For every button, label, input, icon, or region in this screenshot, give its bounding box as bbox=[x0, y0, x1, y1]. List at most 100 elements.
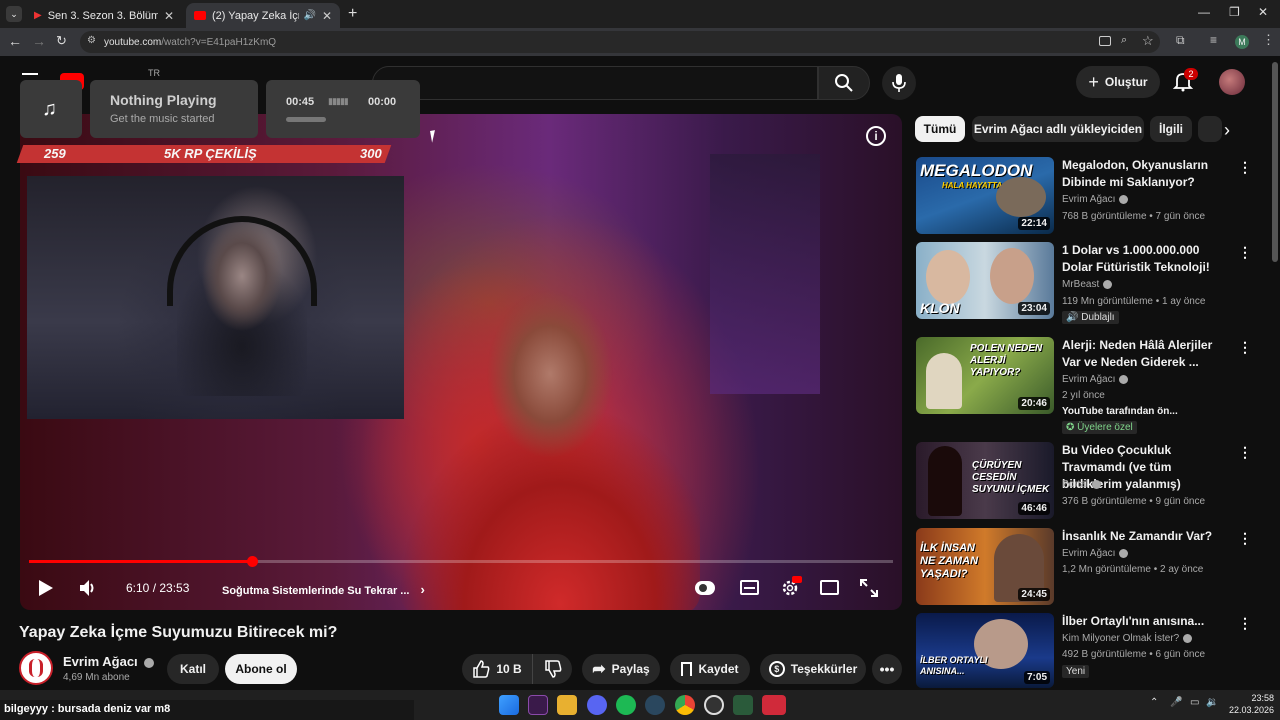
channel-avatar[interactable] bbox=[19, 651, 53, 685]
more-vertical-icon[interactable]: ⋮ bbox=[1238, 244, 1252, 261]
more-vertical-icon[interactable]: ⋮ bbox=[1238, 159, 1252, 176]
back-icon[interactable]: ← bbox=[8, 33, 22, 49]
forward-icon[interactable]: → bbox=[32, 33, 46, 49]
video-title[interactable]: 1 Dolar vs 1.000.000.000 Dolar Fütüristi… bbox=[1062, 242, 1232, 276]
address-bar[interactable]: ⚙ youtube.com/watch?v=E41paH1zKmQ bbox=[80, 31, 1160, 53]
reload-icon[interactable]: ↻ bbox=[56, 33, 67, 49]
system-clock[interactable]: 23:58 22.03.2026 bbox=[1224, 692, 1274, 716]
scrollbar[interactable] bbox=[1272, 62, 1278, 262]
reading-list-icon[interactable]: ≡ bbox=[1210, 33, 1217, 47]
discord-icon[interactable] bbox=[587, 695, 607, 715]
browser-tab-youtube[interactable]: (2) Yapay Zeka İçme Suyum 🔊 ✕ bbox=[186, 3, 340, 28]
list-item[interactable]: İLK İNSAN NE ZAMAN YAŞADI? 24:45 İnsanlı… bbox=[916, 528, 1256, 606]
channel-name[interactable]: Evrim Ağacı bbox=[1062, 374, 1129, 385]
list-item[interactable]: İLBER ORTAYLI ANISINA... 7:05 İlber Orta… bbox=[916, 613, 1256, 689]
volume-button[interactable] bbox=[78, 578, 98, 598]
video-title[interactable]: İnsanlık Ne Zamandır Var? bbox=[1062, 528, 1232, 545]
bookmark-star-icon[interactable]: ☆ bbox=[1142, 33, 1154, 49]
video-title[interactable]: İlber Ortaylı'nın anısına... bbox=[1062, 613, 1232, 630]
close-tab-icon[interactable]: ✕ bbox=[322, 9, 332, 23]
more-vertical-icon[interactable]: ⋮ bbox=[1238, 339, 1252, 356]
fullscreen-button[interactable] bbox=[860, 579, 878, 597]
network-icon[interactable]: ▭ bbox=[1190, 697, 1199, 708]
browser-menu-icon[interactable]: ⋮ bbox=[1262, 32, 1275, 48]
chapter-title[interactable]: Soğutma Sistemlerinde Su Tekrar ... › bbox=[222, 582, 425, 597]
browser-tab-dizi[interactable]: ▶ Sen 3. Sezon 3. Bölüm | Dizi izle ✕ bbox=[26, 3, 182, 28]
settings-button[interactable] bbox=[780, 576, 802, 598]
minimize-icon[interactable]: — bbox=[1198, 5, 1210, 19]
close-window-icon[interactable]: ✕ bbox=[1258, 5, 1268, 19]
more-vertical-icon[interactable]: ⋮ bbox=[1238, 444, 1252, 461]
video-thumbnail[interactable]: MEGALODON HALA HAYATTA MI? 22:14 bbox=[916, 157, 1054, 234]
windows-start-icon[interactable] bbox=[499, 695, 519, 715]
obs-icon[interactable] bbox=[704, 695, 724, 715]
dislike-button[interactable] bbox=[532, 654, 572, 684]
video-thumbnail[interactable]: ÇÜRÜYEN CESEDİN SUYUNU İÇMEK 46:46 bbox=[916, 442, 1054, 519]
video-thumbnail[interactable]: KLON 23:04 bbox=[916, 242, 1054, 319]
play-button[interactable] bbox=[38, 579, 54, 597]
site-info-icon[interactable]: ⚙ bbox=[87, 35, 96, 46]
new-tab-icon[interactable]: + bbox=[348, 5, 357, 23]
volume-tray-icon[interactable]: 🔉 bbox=[1206, 697, 1218, 708]
video-title[interactable]: Alerji: Neden Hâlâ Alerjiler Var ve Nede… bbox=[1062, 337, 1232, 371]
zoom-icon[interactable]: ⌕ bbox=[1121, 34, 1127, 47]
progress-scrubber[interactable] bbox=[246, 556, 258, 567]
thanks-button[interactable]: $ Teşekkürler bbox=[760, 654, 866, 684]
chip-from-uploader[interactable]: Evrim Ağacı adlı yükleyiciden bbox=[972, 116, 1144, 142]
video-title: Yapay Zeka İçme Suyumuzu Bitirecek mi? bbox=[19, 624, 338, 641]
app-icon-vs[interactable] bbox=[528, 695, 548, 715]
more-actions-button[interactable]: ••• bbox=[872, 654, 902, 684]
tab-list-chevron-icon[interactable]: ⌄ bbox=[6, 6, 22, 22]
chips-next-chevron-icon[interactable]: › bbox=[1224, 120, 1230, 141]
restore-icon[interactable]: ❐ bbox=[1229, 5, 1240, 19]
search-input[interactable] bbox=[372, 66, 818, 100]
channel-name[interactable]: Evrim Ağacı bbox=[63, 654, 155, 669]
video-thumbnail[interactable]: İLBER ORTAYLI ANISINA... 7:05 bbox=[916, 613, 1054, 688]
video-thumbnail[interactable]: İLK İNSAN NE ZAMAN YAŞADI? 24:45 bbox=[916, 528, 1054, 605]
video-thumbnail[interactable]: POLEN NEDEN ALERJİ YAPIYOR? 20:46 bbox=[916, 337, 1054, 414]
file-explorer-icon[interactable] bbox=[557, 695, 577, 715]
list-item[interactable]: MEGALODON HALA HAYATTA MI? 22:14 Megalod… bbox=[916, 157, 1256, 235]
share-button[interactable]: ➦ Paylaş bbox=[582, 654, 660, 684]
save-button[interactable]: Kaydet bbox=[670, 654, 750, 684]
chip-all[interactable]: Tümü bbox=[915, 116, 965, 142]
more-vertical-icon[interactable]: ⋮ bbox=[1238, 615, 1252, 632]
chrome-icon[interactable] bbox=[675, 695, 695, 715]
autoplay-toggle[interactable] bbox=[695, 581, 715, 595]
equalizer-icon: ▮▮▮▮▮ bbox=[328, 96, 349, 106]
list-item[interactable]: KLON 23:04 1 Dolar vs 1.000.000.000 Dola… bbox=[916, 242, 1256, 324]
like-button[interactable]: 10 B bbox=[462, 654, 532, 684]
close-tab-icon[interactable]: ✕ bbox=[164, 9, 174, 23]
theater-mode-button[interactable] bbox=[820, 580, 839, 595]
channel-name[interactable]: Evrim Ağacı bbox=[1062, 548, 1129, 559]
tray-chevron-icon[interactable]: ⌃ bbox=[1150, 697, 1158, 708]
search-button[interactable] bbox=[818, 66, 870, 100]
join-button[interactable]: Katıl bbox=[167, 654, 219, 684]
user-avatar[interactable] bbox=[1219, 69, 1245, 95]
video-title[interactable]: Megalodon, Okyanusların Dibinde mi Sakla… bbox=[1062, 157, 1232, 191]
channel-name[interactable]: Kim Milyoner Olmak İster? bbox=[1062, 633, 1193, 644]
info-icon[interactable]: i bbox=[866, 126, 886, 146]
app-icon-green[interactable] bbox=[733, 695, 753, 715]
voice-search-button[interactable] bbox=[882, 66, 916, 100]
chip-related[interactable]: İlgili bbox=[1150, 116, 1192, 142]
video-progress-bar[interactable] bbox=[29, 556, 893, 567]
list-item[interactable]: POLEN NEDEN ALERJİ YAPIYOR? 20:46 Alerji… bbox=[916, 337, 1256, 434]
spotify-icon[interactable] bbox=[616, 695, 636, 715]
channel-name[interactable]: Portal bbox=[1062, 479, 1102, 490]
chip-more[interactable] bbox=[1198, 116, 1222, 142]
cast-icon[interactable] bbox=[1099, 36, 1111, 46]
steam-icon[interactable] bbox=[645, 695, 665, 715]
more-vertical-icon[interactable]: ⋮ bbox=[1238, 530, 1252, 547]
subscribe-button[interactable]: Abone ol bbox=[225, 654, 297, 684]
app-icon-red[interactable] bbox=[762, 695, 786, 715]
subtitles-button[interactable] bbox=[740, 580, 759, 595]
channel-name[interactable]: MrBeast bbox=[1062, 279, 1113, 290]
microphone-tray-icon[interactable]: 🎤 bbox=[1170, 697, 1182, 708]
speaker-icon[interactable]: 🔊 bbox=[303, 10, 315, 21]
profile-avatar[interactable]: M bbox=[1235, 35, 1249, 49]
list-item[interactable]: ÇÜRÜYEN CESEDİN SUYUNU İÇMEK 46:46 Bu Vi… bbox=[916, 442, 1256, 520]
channel-name[interactable]: Evrim Ağacı bbox=[1062, 194, 1129, 205]
create-button[interactable]: + Oluştur bbox=[1076, 66, 1160, 98]
extensions-icon[interactable]: ⧉ bbox=[1176, 33, 1185, 48]
